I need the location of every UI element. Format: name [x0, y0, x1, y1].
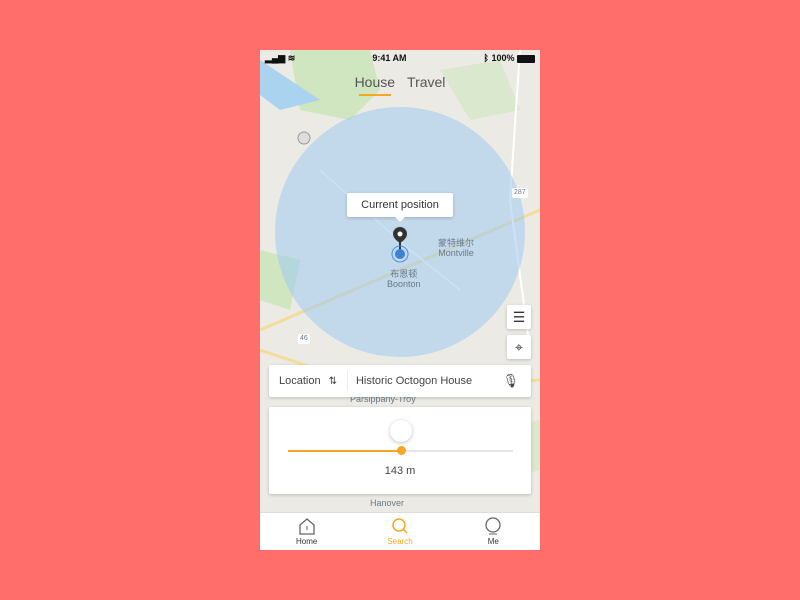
nav-home-label: Home: [295, 537, 318, 546]
route-shield-287: 287: [512, 188, 528, 198]
profile-icon: [485, 517, 501, 535]
status-time: 9:41 AM: [372, 53, 407, 63]
nav-me-label: Me: [487, 537, 499, 546]
current-position-tooltip: Current position: [347, 193, 453, 222]
tab-bar: House Travel: [260, 74, 540, 96]
slider-fill: [288, 450, 401, 452]
radius-card: 143 m: [269, 407, 531, 494]
microphone-icon[interactable]: 🎙: [502, 373, 531, 389]
list-button[interactable]: ☰: [507, 305, 531, 329]
radius-slider[interactable]: [288, 420, 513, 455]
search-input[interactable]: Historic Octogon House: [348, 375, 503, 387]
home-icon: [299, 518, 315, 535]
bottom-nav: Home Search Me: [260, 512, 540, 550]
tab-travel[interactable]: Travel: [407, 74, 445, 96]
signal-wifi-icon: ▂▄▆ ≋: [265, 52, 296, 63]
search-icon: [392, 518, 408, 534]
nav-home[interactable]: Home: [260, 513, 353, 550]
swap-icon: ⇅: [328, 375, 337, 387]
list-icon: ☰: [512, 308, 526, 325]
battery-icon: [517, 54, 535, 63]
tab-house[interactable]: House: [355, 74, 395, 96]
location-selector[interactable]: Location ⇅: [269, 371, 348, 391]
radius-value: 143 m: [384, 465, 416, 477]
map-label-boonton: 布恩顿 Boonton: [387, 269, 421, 289]
route-shield-46: 46: [298, 334, 310, 344]
location-label: Location: [279, 375, 321, 387]
search-bar: Location ⇅ Historic Octogon House 🎙: [269, 365, 531, 397]
map-label-hanover: Hanover: [370, 498, 405, 508]
battery-text: 100%: [491, 53, 515, 63]
slider-bubble[interactable]: [389, 420, 412, 442]
crosshair-icon: ⌖: [515, 338, 523, 355]
map-label-montville: 蒙特维尔 Montville: [438, 238, 475, 258]
nav-me[interactable]: Me: [447, 513, 540, 550]
status-bar: ▂▄▆ ≋ 9:41 AM ᛒ 100%: [260, 50, 540, 66]
phone-screen: 蒙特维尔 Montville 布恩顿 Boonton Parsippany-Troy…: [260, 50, 540, 550]
slider-handle[interactable]: [396, 446, 406, 455]
nav-search-label: Search: [387, 537, 413, 546]
locate-button[interactable]: ⌖: [507, 335, 531, 359]
nav-search[interactable]: Search: [353, 513, 446, 550]
location-pin-icon[interactable]: [391, 226, 409, 264]
